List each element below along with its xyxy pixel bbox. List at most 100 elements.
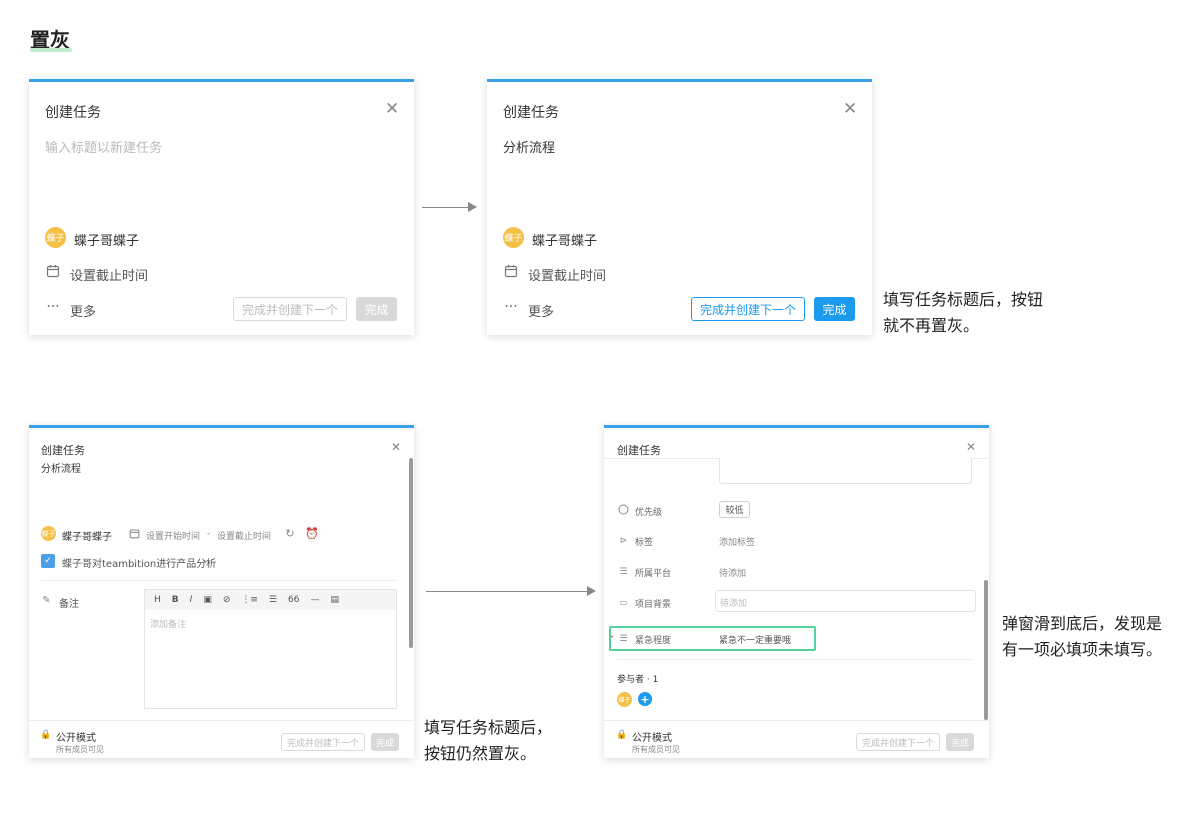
scrollbar[interactable] bbox=[984, 580, 988, 720]
divider bbox=[41, 580, 396, 581]
arrow-head-icon bbox=[468, 202, 477, 212]
platform-label: 所属平台 bbox=[635, 569, 672, 579]
calendar-icon bbox=[129, 528, 140, 539]
chevron-down-icon[interactable]: ⌄ bbox=[201, 555, 211, 565]
due-date-button[interactable]: 设置截止时间 bbox=[217, 529, 271, 542]
close-icon[interactable]: ✕ bbox=[391, 441, 401, 453]
list-icon: ☰ bbox=[619, 566, 628, 577]
description-field[interactable] bbox=[719, 457, 972, 484]
task-title-input[interactable]: 分析流程 bbox=[41, 460, 81, 475]
tag-add[interactable]: 添加标签 bbox=[719, 535, 755, 548]
close-icon[interactable]: ✕ bbox=[966, 441, 976, 453]
project-checkbox[interactable]: ✓ bbox=[41, 554, 55, 568]
link-icon[interactable]: ⊘ bbox=[223, 595, 231, 605]
caption-line: 按钮仍然置灰。 bbox=[424, 744, 537, 763]
bullet-list-icon[interactable]: ☰ bbox=[269, 595, 277, 605]
dialog-title: 创建任务 bbox=[41, 444, 85, 457]
create-next-button[interactable]: 完成并创建下一个 bbox=[691, 297, 805, 321]
flow-arrow bbox=[422, 207, 469, 208]
background-input[interactable]: 待添加 bbox=[715, 590, 976, 612]
assignee-name[interactable]: 蝶子哥蝶子 bbox=[62, 528, 112, 543]
note-label: 备注 bbox=[59, 599, 79, 610]
avatar: 蝶子 bbox=[503, 227, 524, 248]
note-input[interactable]: 添加备注 bbox=[150, 617, 186, 630]
caption-still-disabled: 填写任务标题后， 按钮仍然置灰。 bbox=[424, 715, 552, 767]
table-icon[interactable]: ▤ bbox=[330, 595, 339, 605]
tag-label: 标签 bbox=[635, 538, 654, 548]
create-task-dialog-expanded: 创建任务 ✕ 分析流程 蝶子 蝶子哥蝶子 设置开始时间 - 设置截止时间 ↻ ⏰… bbox=[29, 425, 414, 758]
lock-icon: 🔒 bbox=[40, 730, 52, 740]
caption-enabled: 填写任务标题后，按钮 就不再置灰。 bbox=[883, 287, 1043, 339]
create-next-button[interactable]: 完成并创建下一个 bbox=[233, 297, 347, 321]
more-button[interactable]: 更多 bbox=[70, 301, 96, 320]
dialog-title: 创建任务 bbox=[617, 444, 661, 457]
close-icon[interactable]: ✕ bbox=[385, 101, 399, 118]
due-date-button[interactable]: 设置截止时间 bbox=[528, 265, 606, 284]
caption-required-missing: 弹窗滑到底后，发现是 有一项必填项未填写。 bbox=[1002, 611, 1162, 663]
image-icon[interactable]: ▣ bbox=[203, 595, 212, 605]
start-date-button[interactable]: 设置开始时间 bbox=[146, 529, 200, 542]
divider-icon[interactable]: — bbox=[310, 595, 319, 605]
alarm-icon[interactable]: ⏰ bbox=[305, 527, 319, 540]
text-field-icon: ▭ bbox=[619, 598, 628, 607]
note-icon: ✎ bbox=[42, 595, 51, 606]
caption-line: 填写任务标题后，按钮 bbox=[883, 290, 1044, 309]
task-title-input[interactable]: 输入标题以新建任务 bbox=[45, 137, 162, 156]
create-task-dialog-filled: 创建任务 ✕ 分析流程 蝶子 蝶子哥蝶子 设置截止时间 ··· 更多 完成并创建… bbox=[487, 79, 872, 335]
more-icon: ··· bbox=[504, 299, 518, 315]
priority-icon bbox=[618, 504, 629, 515]
done-button[interactable]: 完成 bbox=[371, 733, 399, 751]
footer-divider bbox=[604, 720, 989, 721]
title-underline bbox=[30, 48, 72, 52]
create-next-button[interactable]: 完成并创建下一个 bbox=[281, 733, 365, 751]
visibility-mode[interactable]: 公开模式 bbox=[632, 729, 672, 744]
quote-icon[interactable]: 66 bbox=[288, 595, 299, 605]
heading-button[interactable]: H bbox=[154, 595, 161, 605]
more-button[interactable]: 更多 bbox=[528, 301, 554, 320]
calendar-icon bbox=[504, 264, 518, 278]
flow-arrow bbox=[426, 591, 588, 592]
priority-label: 优先级 bbox=[635, 508, 663, 518]
done-button[interactable]: 完成 bbox=[946, 733, 974, 751]
lock-icon: 🔒 bbox=[616, 730, 628, 740]
background-placeholder: 待添加 bbox=[720, 599, 748, 609]
ordered-list-icon[interactable]: ⋮≡ bbox=[241, 595, 258, 605]
assignee-name[interactable]: 蝶子哥蝶子 bbox=[532, 230, 597, 249]
create-task-dialog-empty: 创建任务 ✕ 输入标题以新建任务 蝶子 蝶子哥蝶子 设置截止时间 ··· 更多 … bbox=[29, 79, 414, 335]
done-button[interactable]: 完成 bbox=[814, 297, 855, 321]
create-next-button[interactable]: 完成并创建下一个 bbox=[856, 733, 940, 751]
project-name[interactable]: 蝶子哥对teambition进行产品分析 bbox=[62, 555, 216, 570]
add-participant-button[interactable]: + bbox=[638, 692, 652, 706]
avatar: 蝶子 bbox=[45, 227, 66, 248]
caption-line: 就不再置灰。 bbox=[883, 316, 980, 335]
priority-select[interactable]: 较低 bbox=[719, 501, 750, 518]
participants-label: 参与者 · 1 bbox=[617, 675, 659, 685]
visibility-mode[interactable]: 公开模式 bbox=[56, 729, 96, 744]
tag-icon: ⊳ bbox=[619, 535, 628, 546]
footer-divider bbox=[29, 720, 414, 721]
platform-value[interactable]: 待添加 bbox=[719, 566, 746, 579]
participant-avatar: 蝶子 bbox=[617, 692, 632, 707]
scrollbar[interactable] bbox=[409, 458, 413, 648]
repeat-icon[interactable]: ↻ bbox=[284, 527, 296, 540]
done-button[interactable]: 完成 bbox=[356, 297, 397, 321]
editor-toolbar: H B I ▣ ⊘ ⋮≡ ☰ 66 — ▤ bbox=[145, 590, 396, 610]
bold-button[interactable]: B bbox=[172, 595, 179, 605]
calendar-icon bbox=[46, 264, 60, 278]
arrow-head-icon bbox=[587, 586, 596, 596]
more-icon: ··· bbox=[46, 299, 60, 315]
caption-line: 有一项必填项未填写。 bbox=[1002, 640, 1163, 659]
close-icon[interactable]: ✕ bbox=[843, 101, 857, 118]
note-editor[interactable]: H B I ▣ ⊘ ⋮≡ ☰ 66 — ▤ 添加备注 bbox=[144, 589, 397, 709]
dialog-title: 创建任务 bbox=[503, 105, 559, 121]
due-date-button[interactable]: 设置截止时间 bbox=[70, 265, 148, 284]
avatar: 蝶子 bbox=[41, 526, 56, 541]
italic-button[interactable]: I bbox=[190, 595, 193, 605]
required-field-highlight bbox=[609, 626, 816, 651]
task-title-input[interactable]: 分析流程 bbox=[503, 137, 555, 156]
divider bbox=[617, 659, 972, 660]
assignee-name[interactable]: 蝶子哥蝶子 bbox=[74, 230, 139, 249]
dialog-title: 创建任务 bbox=[45, 105, 101, 121]
caption-line: 填写任务标题后， bbox=[424, 718, 553, 737]
date-separator: - bbox=[207, 529, 211, 539]
